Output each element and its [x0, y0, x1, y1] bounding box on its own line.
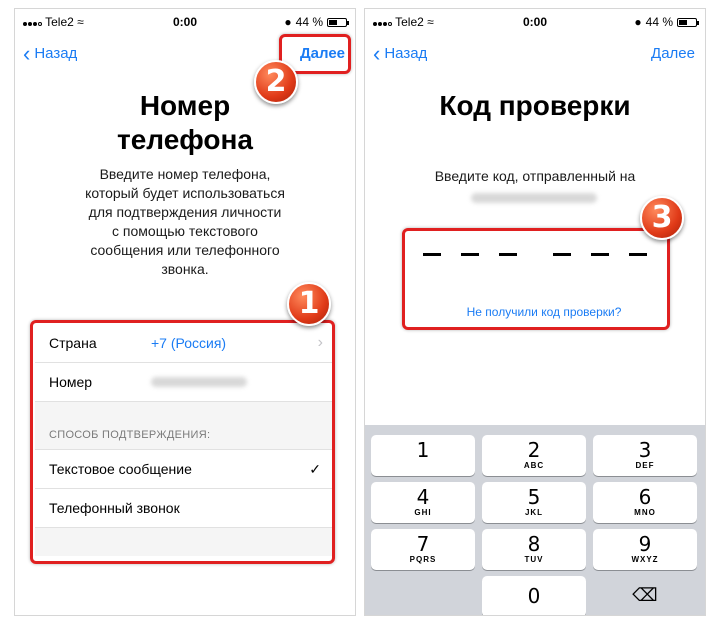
backspace-icon: ⌫	[632, 585, 658, 606]
battery-percent: 44 %	[645, 15, 673, 29]
page-title-line2: телефона	[117, 124, 253, 155]
key-6[interactable]: 6 MNO	[593, 482, 697, 523]
delete-key[interactable]: ⌫	[593, 576, 697, 615]
numeric-keypad: 1 2 ABC 3 DEF 4 GHI 5 JKL 6 MNO 7 PQRS 8	[365, 425, 705, 615]
back-button[interactable]: ‹ Назад	[23, 40, 77, 66]
status-bar: Tele2 ≈ 0:00 ● 44 %	[15, 9, 355, 33]
key-5[interactable]: 5 JKL	[482, 482, 586, 523]
key-3[interactable]: 3 DEF	[593, 435, 697, 476]
orientation-lock-icon: ●	[634, 15, 642, 29]
chevron-left-icon: ‹	[373, 40, 381, 66]
key-1[interactable]: 1	[371, 435, 475, 476]
step-badge-2: 2	[254, 60, 298, 104]
battery-icon	[677, 17, 699, 27]
page-title: Код проверки	[439, 90, 631, 121]
next-button[interactable]: Далее	[651, 45, 695, 62]
key-7[interactable]: 7 PQRS	[371, 529, 475, 570]
chevron-left-icon: ‹	[23, 40, 31, 66]
description: Введите номер телефона, который будет ис…	[85, 166, 285, 277]
key-8[interactable]: 8 TUV	[482, 529, 586, 570]
battery-icon	[327, 17, 349, 27]
step-badge-1: 1	[287, 282, 331, 326]
highlight-frame-code	[402, 228, 670, 330]
key-2[interactable]: 2 ABC	[482, 435, 586, 476]
battery-percent: 44 %	[295, 15, 323, 29]
status-bar: Tele2 ≈ 0:00 ● 44 %	[365, 9, 705, 33]
step-badge-3: 3	[640, 196, 684, 240]
highlight-frame-form	[30, 320, 335, 564]
key-4[interactable]: 4 GHI	[371, 482, 475, 523]
orientation-lock-icon: ●	[284, 15, 292, 29]
key-0[interactable]: 0	[482, 576, 586, 615]
back-button[interactable]: ‹ Назад	[373, 40, 427, 66]
description: Введите код, отправленный на	[434, 168, 636, 184]
masked-phone-number	[471, 193, 597, 203]
key-9[interactable]: 9 WXYZ	[593, 529, 697, 570]
page-title-line1: Номер	[139, 90, 231, 121]
